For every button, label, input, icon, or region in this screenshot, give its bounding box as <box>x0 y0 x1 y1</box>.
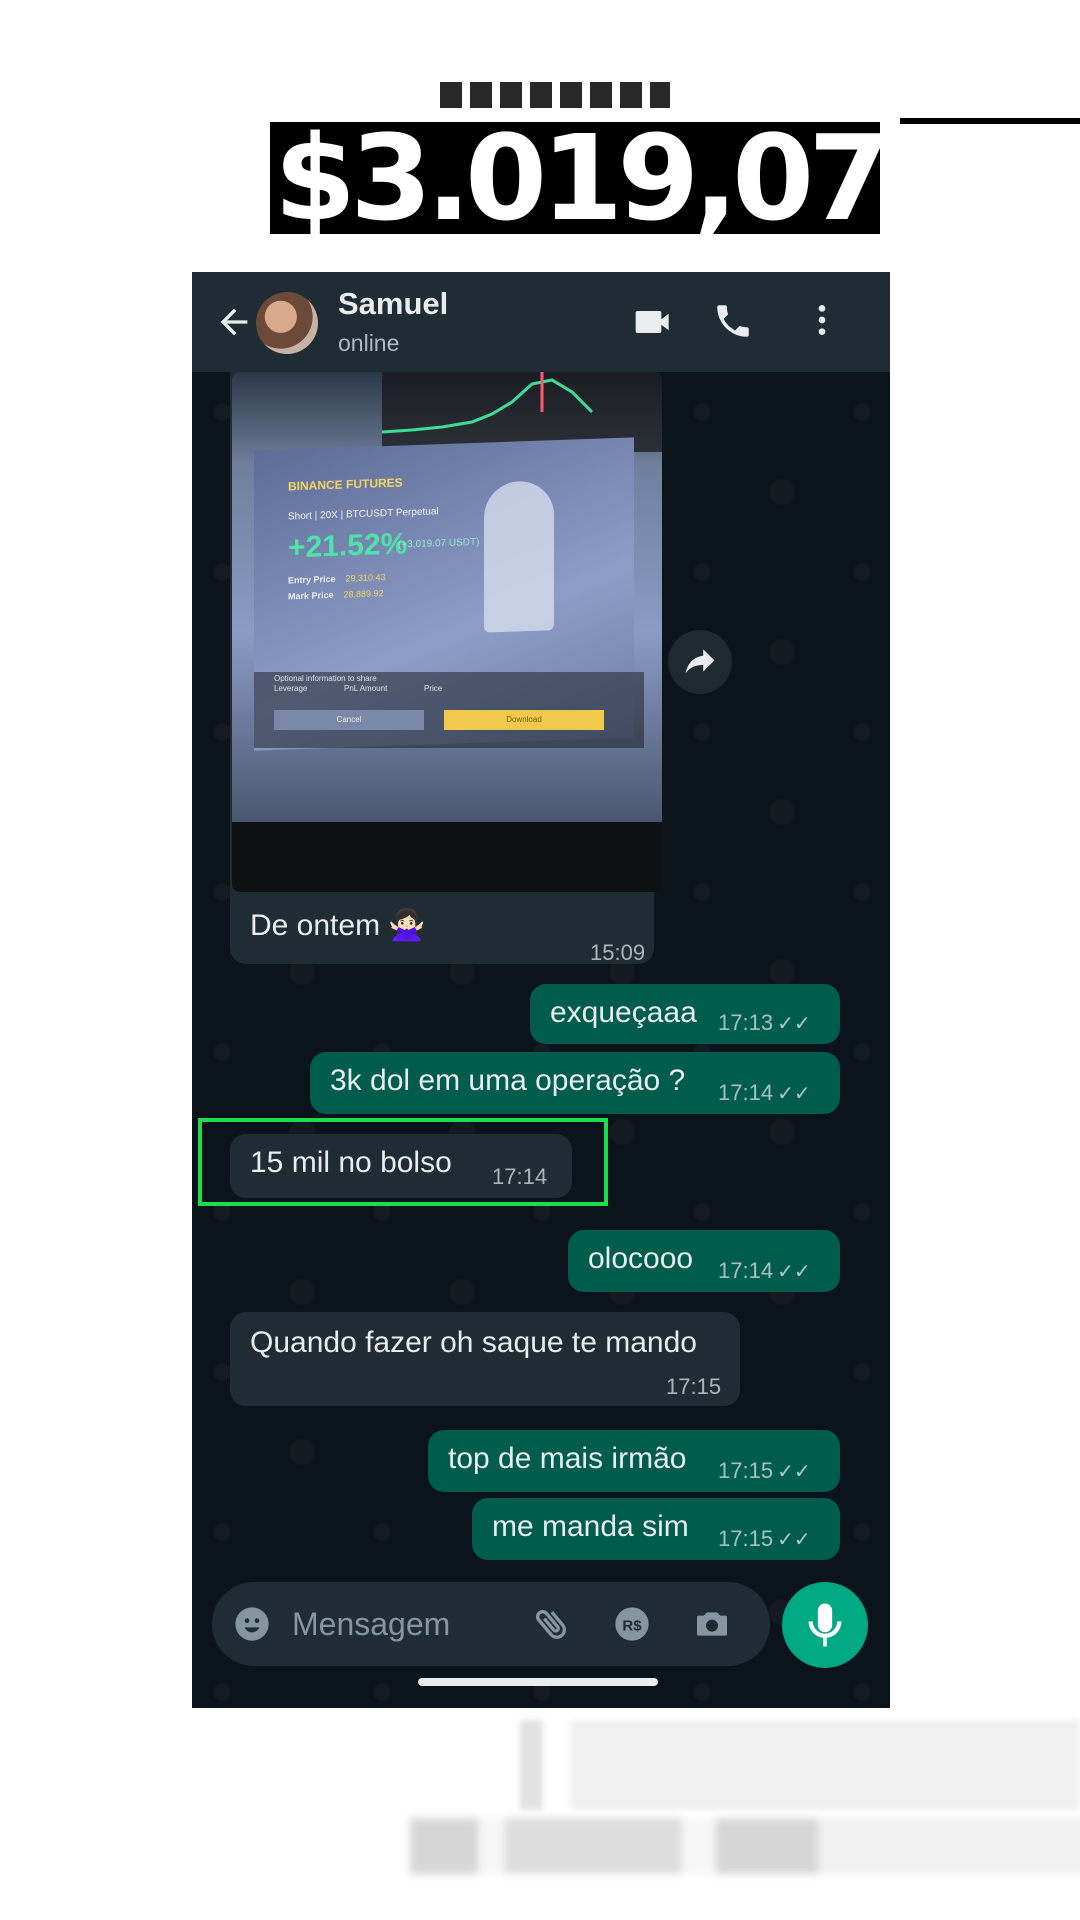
arrow-left-icon[interactable] <box>214 302 254 342</box>
message-bubble-outgoing[interactable]: top de mais irmão 17:15 ✓✓ <box>428 1430 840 1492</box>
position-line: Short | 20X | BTCUSDT Perpetual <box>288 506 439 523</box>
double-check-icon: ✓✓ <box>777 1261 811 1283</box>
message-time: 17:14 ✓✓ <box>718 1080 811 1105</box>
cancel-button: Cancel <box>274 710 424 730</box>
message-time: 17:15 <box>666 1374 722 1399</box>
rs-payment-icon[interactable]: R$ <box>612 1604 652 1644</box>
paperclip-icon[interactable] <box>532 1604 572 1644</box>
pnl-percent: +21.52% <box>288 527 408 565</box>
contact-status: online <box>338 330 400 356</box>
message-composer[interactable]: Mensagem R$ <box>212 1582 770 1666</box>
mark-row: Mark Price 28,889.92 <box>288 588 384 602</box>
media-caption: De ontem 🙅🏻‍♀️ <box>250 909 426 942</box>
message-bubble-outgoing[interactable]: olocooo 17:14 ✓✓ <box>568 1230 840 1292</box>
rocket-illustration <box>484 480 554 633</box>
brand-label: BINANCE FUTURES <box>288 475 403 494</box>
message-time: 17:15 ✓✓ <box>718 1526 811 1551</box>
whatsapp-screen: Samuel online BINANCE FUTURES Short | 20… <box>192 272 890 1708</box>
message-bubble-outgoing[interactable]: me manda sim 17:15 ✓✓ <box>472 1498 840 1560</box>
camera-icon[interactable] <box>692 1604 732 1644</box>
chat-header: Samuel online <box>192 272 890 372</box>
entry-row: Entry Price 29,310.43 <box>288 572 386 586</box>
message-text: me manda sim <box>492 1510 689 1543</box>
message-text: Quando fazer oh saque te mando <box>250 1326 697 1359</box>
blurred-caption-2 <box>410 1818 1080 1874</box>
download-button: Download <box>444 710 604 730</box>
double-check-icon: ✓✓ <box>777 1083 811 1105</box>
image-dark-footer <box>232 822 662 892</box>
message-bubble-outgoing[interactable]: exqueçaaa 17:13 ✓✓ <box>530 984 840 1044</box>
home-indicator[interactable] <box>418 1678 658 1686</box>
message-bubble-outgoing[interactable]: 3k dol em uma operação ? 17:14 ✓✓ <box>310 1052 840 1114</box>
video-call-icon[interactable] <box>632 300 676 344</box>
banner-label-pixelated <box>440 82 670 108</box>
message-time: 17:13 ✓✓ <box>718 1010 811 1035</box>
message-text: exqueçaaa <box>550 996 697 1029</box>
message-text: olocooo <box>588 1242 694 1275</box>
page: $3.019,07 Samuel online BINANCE FUTURES … <box>0 0 1080 1920</box>
message-time: 15:09 <box>590 940 646 965</box>
banner-amount: $3.019,07 <box>230 112 1080 252</box>
message-time: 17:14 ✓✓ <box>718 1258 811 1283</box>
message-text: top de mais irmão <box>448 1442 687 1475</box>
trade-screenshot-image[interactable]: BINANCE FUTURES Short | 20X | BTCUSDT Pe… <box>232 372 662 892</box>
double-check-icon: ✓✓ <box>777 1461 811 1483</box>
message-text: 3k dol em uma operação ? <box>330 1064 686 1097</box>
forward-icon[interactable] <box>668 630 732 694</box>
share-options-dialog: Optional information to share Leverage P… <box>254 672 644 748</box>
message-input[interactable]: Mensagem <box>292 1606 450 1643</box>
double-check-icon: ✓✓ <box>777 1529 811 1551</box>
avatar[interactable] <box>256 292 318 354</box>
contact-name[interactable]: Samuel <box>338 286 448 322</box>
message-bubble-incoming[interactable]: Quando fazer oh saque te mando 17:15 <box>230 1312 740 1406</box>
more-vert-icon[interactable] <box>802 300 846 344</box>
double-check-icon: ✓✓ <box>777 1013 811 1035</box>
phone-icon[interactable] <box>712 300 756 344</box>
emoji-icon[interactable] <box>232 1604 272 1644</box>
pnl-usdt: (+3,019.07 USDT) <box>398 536 480 551</box>
svg-text:R$: R$ <box>622 1618 642 1635</box>
highlight-box <box>198 1118 608 1206</box>
blurred-caption-1 <box>520 1720 1080 1810</box>
mic-icon[interactable] <box>782 1582 868 1668</box>
message-time: 17:15 ✓✓ <box>718 1458 811 1483</box>
